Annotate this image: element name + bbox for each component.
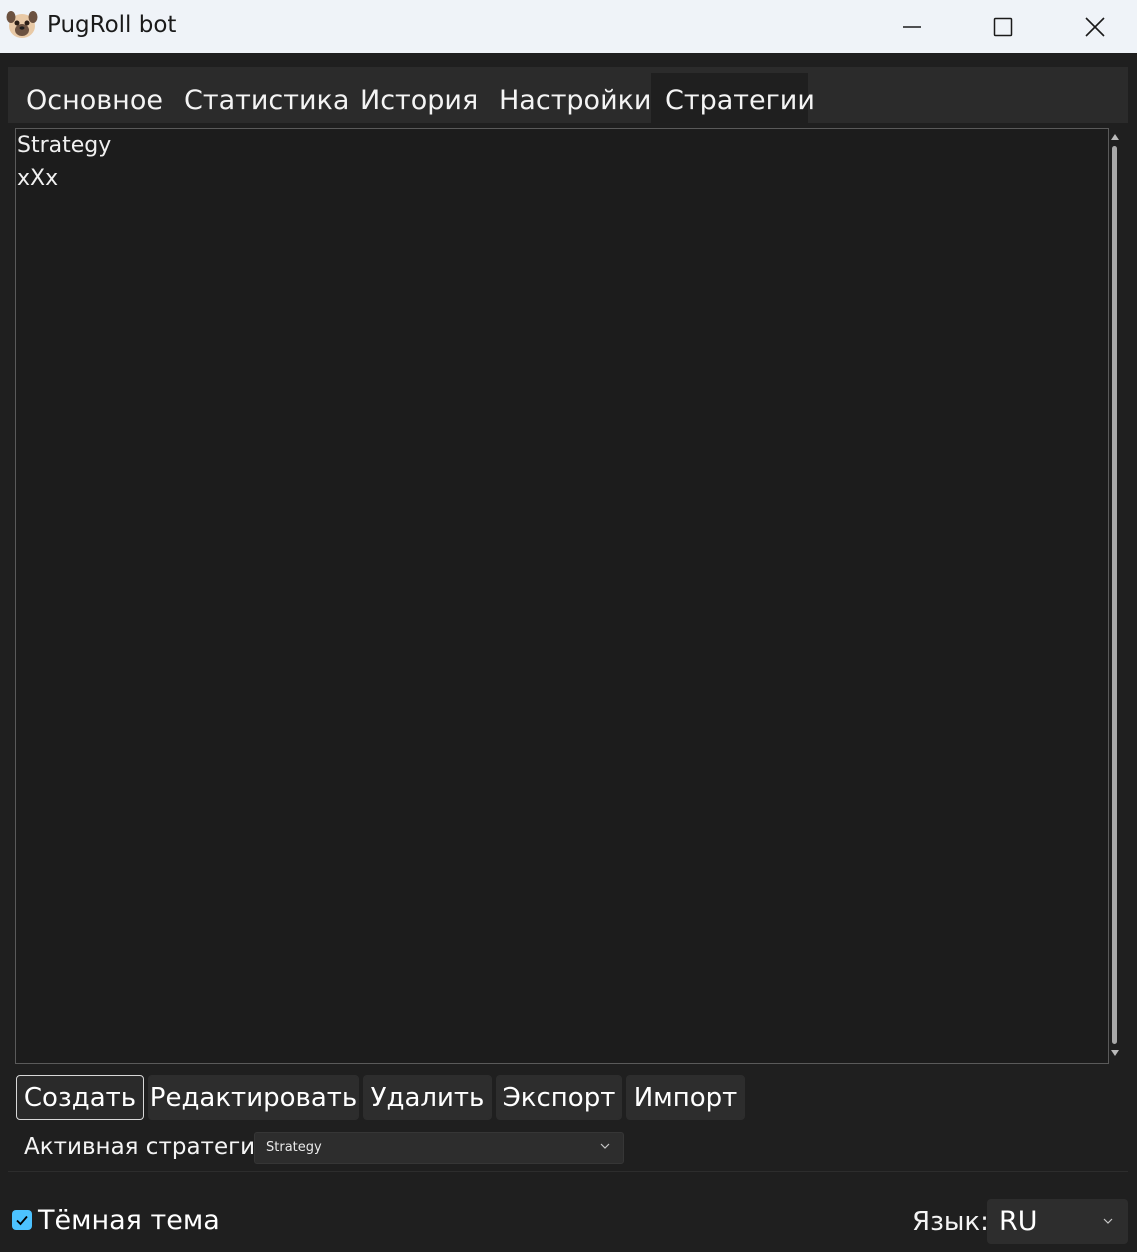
scroll-down-arrow-icon[interactable] — [1111, 1050, 1119, 1056]
import-button[interactable]: Импорт — [626, 1075, 745, 1120]
minimize-button[interactable] — [866, 0, 958, 53]
maximize-button[interactable] — [957, 0, 1049, 53]
close-button[interactable] — [1049, 0, 1137, 53]
create-button[interactable]: Создать — [16, 1075, 144, 1120]
tab-main[interactable]: Основное — [26, 73, 163, 123]
list-item[interactable]: Strategy — [17, 133, 111, 158]
export-button[interactable]: Экспорт — [496, 1075, 622, 1120]
language-label: Язык: — [912, 1207, 989, 1237]
active-strategy-value: Strategy — [266, 1140, 322, 1155]
active-strategy-label: Активная стратегия: — [24, 1134, 277, 1160]
window-title: PugRoll bot — [47, 12, 177, 38]
language-select[interactable]: RU — [987, 1199, 1128, 1244]
tab-history[interactable]: История — [360, 73, 478, 123]
checkmark-icon — [16, 1215, 28, 1226]
footer-bar: Тёмная тема Язык: RU — [0, 1180, 1137, 1252]
edit-button[interactable]: Редактировать — [148, 1075, 359, 1120]
chevron-down-icon — [600, 1143, 610, 1149]
minimize-icon — [903, 25, 921, 28]
tab-bar: Основное Статистика История Настройки Ст… — [8, 67, 1128, 123]
tab-settings[interactable]: Настройки — [499, 73, 651, 123]
main-frame: Основное Статистика История Настройки Ст… — [8, 67, 1128, 1172]
tab-strategies[interactable]: Стратегии — [651, 73, 815, 123]
close-icon — [1085, 16, 1105, 37]
tab-statistics[interactable]: Статистика — [184, 73, 349, 123]
delete-button[interactable]: Удалить — [363, 1075, 492, 1120]
strategy-list[interactable]: Strategy xXx — [15, 128, 1109, 1064]
scroll-thumb[interactable] — [1112, 146, 1117, 1044]
dark-theme-label[interactable]: Тёмная тема — [38, 1205, 220, 1236]
language-value: RU — [999, 1206, 1038, 1237]
active-strategy-select[interactable]: Strategy — [254, 1132, 624, 1164]
strategies-panel: Strategy xXx Создать Редактировать Удали… — [8, 123, 1128, 1172]
title-bar[interactable]: PugRoll bot — [0, 0, 1137, 53]
scroll-up-arrow-icon[interactable] — [1111, 134, 1119, 140]
list-item[interactable]: xXx — [17, 166, 58, 191]
dark-theme-checkbox[interactable] — [12, 1210, 32, 1230]
maximize-icon — [993, 17, 1013, 36]
vertical-scrollbar[interactable] — [1109, 128, 1122, 1064]
pug-face-icon — [6, 11, 38, 38]
chevron-down-icon — [1103, 1218, 1113, 1224]
